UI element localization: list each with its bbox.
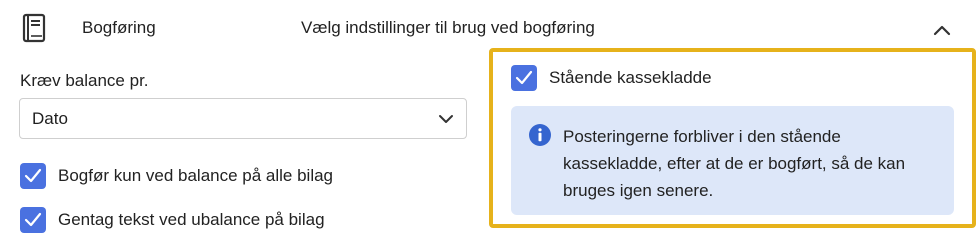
info-text: Posteringerne forbliver i den stående ka… (563, 127, 906, 200)
balance-field-label: Kræv balance pr. (20, 71, 149, 90)
standing-journal-panel: Stående kassekladde Posteringerne forbli… (489, 48, 976, 228)
checkbox-balance-all-vouchers[interactable] (20, 163, 46, 189)
book-icon (22, 13, 46, 43)
chevron-up-icon[interactable] (928, 16, 956, 44)
section-description: Vælg indstillinger til brug ved bogførin… (301, 18, 595, 37)
checkbox-label: Bogfør kun ved balance på alle bilag (58, 166, 334, 185)
checkbox-row-standing-journal[interactable]: Stående kassekladde (511, 65, 771, 91)
balance-select[interactable]: Dato (19, 98, 467, 139)
checkbox-row-repeat-text[interactable]: Gentag tekst ved ubalance på bilag (20, 207, 380, 233)
balance-select-value: Dato (32, 109, 68, 128)
info-callout: Posteringerne forbliver i den stående ka… (511, 106, 954, 215)
checkbox-label: Stående kassekladde (549, 68, 712, 87)
chevron-down-icon (438, 111, 454, 127)
section-title: Bogføring (82, 18, 156, 37)
checkbox-label: Gentag tekst ved ubalance på bilag (58, 210, 325, 229)
info-icon (528, 123, 552, 147)
checkbox-row-balance-all-vouchers[interactable]: Bogfør kun ved balance på alle bilag (20, 163, 380, 189)
checkbox-standing-journal[interactable] (511, 65, 537, 91)
checkbox-repeat-text[interactable] (20, 207, 46, 233)
